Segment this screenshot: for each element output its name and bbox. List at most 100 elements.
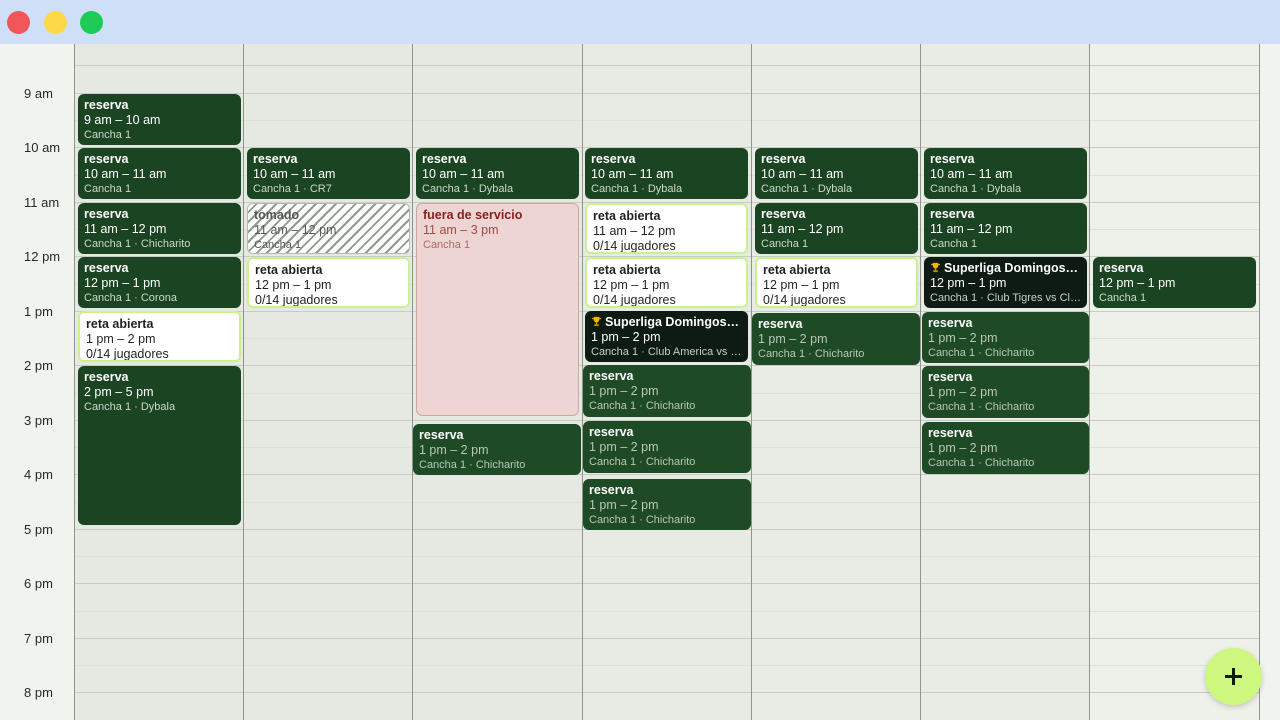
event-reserva[interactable]: reserva 12 pm – 1 pm Cancha 1 bbox=[1093, 257, 1256, 308]
event-time: 11 am – 12 pm bbox=[930, 222, 1013, 236]
event-reserva[interactable]: reserva 11 am – 12 pm Cancha 1 · Chichar… bbox=[78, 203, 241, 254]
event-reserva[interactable]: reserva 1 pm – 2 pm Cancha 1 · Chicharit… bbox=[583, 479, 751, 530]
event-detail: Cancha 1 · Chicharito bbox=[84, 238, 191, 250]
event-title: reserva bbox=[930, 207, 975, 221]
event-superliga[interactable]: Superliga Domingos Hebraica 1 pm – 2 pm … bbox=[585, 311, 748, 362]
event-title: reserva bbox=[758, 317, 803, 331]
event-detail: Cancha 1 · Dybala bbox=[591, 183, 683, 195]
time-label: 9 am bbox=[24, 86, 53, 101]
event-detail: Cancha 1 · Chicharito bbox=[928, 347, 1035, 359]
event-detail: Cancha 1 · Chicharito bbox=[589, 456, 696, 468]
event-reserva[interactable]: reserva 11 am – 12 pm Cancha 1 bbox=[755, 203, 918, 254]
time-label: 4 pm bbox=[24, 467, 53, 482]
event-reserva[interactable]: reserva 10 am – 11 am Cancha 1 · Dybala bbox=[585, 148, 748, 199]
hour-line bbox=[75, 583, 1259, 584]
event-reta-abierta[interactable]: reta abierta 12 pm – 1 pm 0/14 jugadores bbox=[755, 257, 918, 308]
event-time: 1 pm – 2 pm bbox=[591, 330, 661, 344]
event-reserva[interactable]: reserva 1 pm – 2 pm Cancha 1 · Chicharit… bbox=[922, 366, 1089, 418]
event-title: reserva bbox=[84, 152, 129, 166]
event-detail: Cancha 1 · Chicharito bbox=[928, 401, 1035, 413]
event-reserva[interactable]: reserva 10 am – 11 am Cancha 1 bbox=[78, 148, 241, 199]
event-time: 12 pm – 1 pm bbox=[930, 276, 1007, 290]
plus-icon bbox=[1225, 668, 1242, 685]
event-reta-abierta[interactable]: reta abierta 11 am – 12 pm 0/14 jugadore… bbox=[585, 203, 748, 254]
event-detail: Cancha 1 · Chicharito bbox=[589, 400, 696, 412]
event-title: reserva bbox=[761, 207, 806, 221]
time-label: 8 pm bbox=[24, 685, 53, 700]
event-title: reserva bbox=[761, 152, 806, 166]
event-detail: Cancha 1 · Dybala bbox=[761, 183, 853, 195]
event-title: reserva bbox=[589, 369, 634, 383]
event-reserva[interactable]: reserva 12 pm – 1 pm Cancha 1 · Corona bbox=[78, 257, 241, 308]
event-time: 1 pm – 2 pm bbox=[86, 332, 156, 346]
event-reserva[interactable]: reserva 1 pm – 2 pm Cancha 1 · Chicharit… bbox=[922, 312, 1089, 363]
event-detail: Cancha 1 bbox=[84, 183, 132, 195]
event-title: reserva bbox=[84, 261, 129, 275]
event-detail: Cancha 1 bbox=[423, 239, 471, 251]
time-label: 2 pm bbox=[24, 358, 53, 373]
event-title: reserva bbox=[589, 483, 634, 497]
zoom-icon[interactable] bbox=[80, 11, 103, 34]
event-title: reserva bbox=[419, 428, 464, 442]
event-detail: Cancha 1 · Chicharito bbox=[589, 514, 696, 526]
event-title: reta abierta bbox=[593, 263, 661, 277]
event-detail: Cancha 1 · Chicharito bbox=[419, 459, 526, 471]
event-title: reta abierta bbox=[593, 209, 661, 223]
event-detail: Cancha 1 · Chicharito bbox=[758, 348, 865, 360]
event-players: 0/14 jugadores bbox=[593, 239, 676, 253]
close-icon[interactable] bbox=[7, 11, 30, 34]
event-title: reserva bbox=[84, 98, 129, 112]
event-reta-abierta[interactable]: reta abierta 12 pm – 1 pm 0/14 jugadores bbox=[585, 257, 748, 308]
event-fuera-de-servicio[interactable]: fuera de servicio 11 am – 3 pm Cancha 1 bbox=[416, 203, 579, 416]
half-hour-line bbox=[75, 556, 1259, 557]
event-detail: Cancha 1 · Club Tigres vs Club America bbox=[930, 292, 1081, 304]
event-reserva[interactable]: reserva 1 pm – 2 pm Cancha 1 · Chicharit… bbox=[583, 365, 751, 417]
event-detail: Cancha 1 · Corona bbox=[84, 292, 177, 304]
event-reserva[interactable]: reserva 2 pm – 5 pm Cancha 1 · Dybala bbox=[78, 366, 241, 525]
event-reserva[interactable]: reserva 10 am – 11 am Cancha 1 · CR7 bbox=[247, 148, 410, 199]
event-time: 10 am – 11 am bbox=[761, 167, 844, 181]
event-time: 11 am – 12 pm bbox=[84, 222, 167, 236]
half-hour-line bbox=[75, 120, 1259, 121]
event-reserva[interactable]: reserva 11 am – 12 pm Cancha 1 bbox=[924, 203, 1087, 254]
event-title: reserva bbox=[422, 152, 467, 166]
event-time: 10 am – 11 am bbox=[253, 167, 336, 181]
column-divider bbox=[74, 44, 75, 720]
event-title: tomado bbox=[254, 208, 300, 222]
time-label: 11 am bbox=[24, 195, 60, 210]
column-bg-5 bbox=[751, 44, 920, 720]
event-players: 0/14 jugadores bbox=[86, 347, 169, 361]
event-detail: Cancha 1 bbox=[1099, 292, 1147, 304]
column-divider bbox=[920, 44, 921, 720]
minimize-icon[interactable] bbox=[44, 11, 67, 34]
event-reserva[interactable]: reserva 10 am – 11 am Cancha 1 · Dybala bbox=[416, 148, 579, 199]
event-reserva[interactable]: reserva 10 am – 11 am Cancha 1 · Dybala bbox=[755, 148, 918, 199]
time-label: 7 pm bbox=[24, 631, 53, 646]
event-reserva[interactable]: reserva 10 am – 11 am Cancha 1 · Dybala bbox=[924, 148, 1087, 199]
event-time: 2 pm – 5 pm bbox=[84, 385, 154, 399]
event-time: 1 pm – 2 pm bbox=[589, 498, 659, 512]
time-label: 12 pm bbox=[24, 249, 61, 264]
event-time: 1 pm – 2 pm bbox=[928, 331, 998, 345]
event-time: 10 am – 11 am bbox=[84, 167, 167, 181]
event-reserva[interactable]: reserva 1 pm – 2 pm Cancha 1 · Chicharit… bbox=[583, 421, 751, 473]
event-reserva[interactable]: reserva 1 pm – 2 pm Cancha 1 · Chicharit… bbox=[922, 422, 1089, 474]
event-reserva[interactable]: reserva 1 pm – 2 pm Cancha 1 · Chicharit… bbox=[413, 424, 581, 475]
event-reserva[interactable]: reserva 1 pm – 2 pm Cancha 1 · Chicharit… bbox=[752, 313, 920, 365]
event-time: 11 am – 12 pm bbox=[761, 222, 844, 236]
event-title: reserva bbox=[84, 207, 129, 221]
event-title: reserva bbox=[928, 370, 973, 384]
event-reta-abierta[interactable]: reta abierta 12 pm – 1 pm 0/14 jugadores bbox=[247, 257, 410, 308]
event-time: 10 am – 11 am bbox=[422, 167, 505, 181]
event-reserva[interactable]: reserva 9 am – 10 am Cancha 1 bbox=[78, 94, 241, 145]
event-time: 12 pm – 1 pm bbox=[593, 278, 670, 292]
add-button[interactable] bbox=[1205, 648, 1262, 705]
event-superliga[interactable]: Superliga Domingos Hebraica 12 pm – 1 pm… bbox=[924, 257, 1087, 308]
event-reta-abierta[interactable]: reta abierta 1 pm – 2 pm 0/14 jugadores bbox=[78, 311, 241, 362]
event-detail: Cancha 1 · Chicharito bbox=[928, 457, 1035, 469]
event-title: reta abierta bbox=[86, 317, 154, 331]
event-time: 1 pm – 2 pm bbox=[589, 384, 659, 398]
event-time: 1 pm – 2 pm bbox=[589, 440, 659, 454]
column-divider bbox=[243, 44, 244, 720]
event-tomado[interactable]: tomado 11 am – 12 pm Cancha 1 bbox=[247, 203, 410, 254]
